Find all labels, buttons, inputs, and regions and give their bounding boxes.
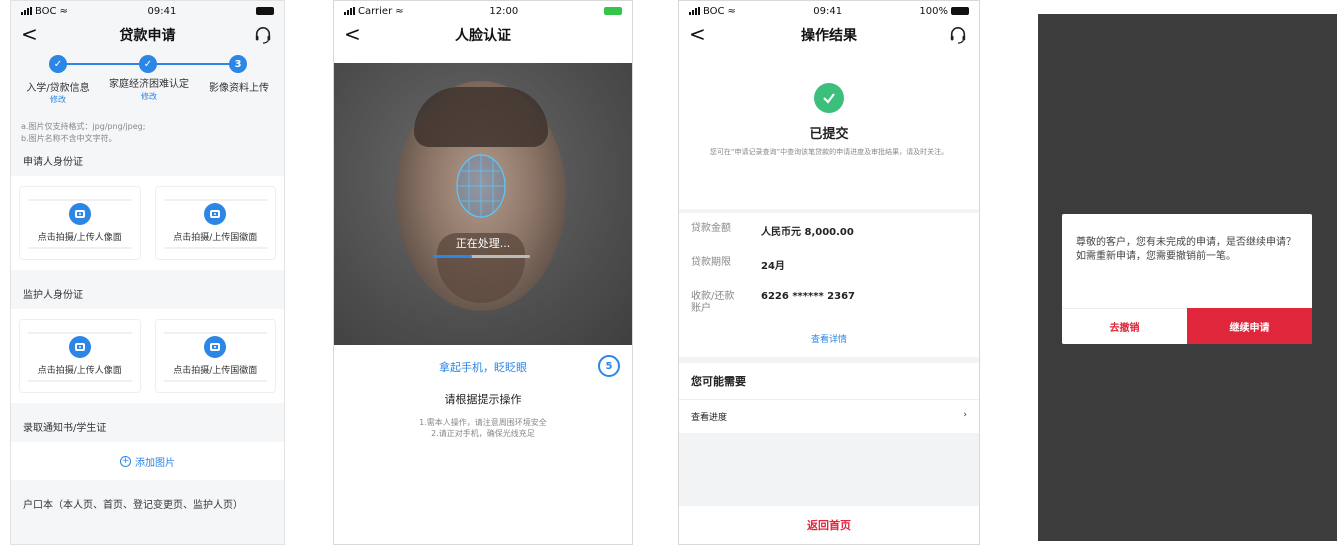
processing-progress-bar bbox=[434, 255, 530, 258]
step-current-number: 3 bbox=[229, 55, 247, 73]
page-title: 贷款申请 bbox=[119, 28, 176, 44]
dialog-message: 尊敬的客户，您有未完成的申请，是否继续申请？ 如需重新申请，您需要撤销前一笔。 bbox=[1076, 237, 1296, 262]
headset-icon[interactable] bbox=[949, 26, 967, 44]
view-progress-row[interactable]: 查看进度 › bbox=[679, 399, 979, 433]
camera-icon bbox=[204, 203, 227, 225]
step-connector bbox=[61, 63, 147, 65]
clock: 09:41 bbox=[147, 5, 177, 17]
pending-application-dialog-screen: 尊敬的客户，您有未完成的申请，是否继续申请？ 如需重新申请，您需要撤销前一笔。 … bbox=[1038, 14, 1337, 541]
signal-icon bbox=[344, 7, 355, 15]
chevron-right-icon: › bbox=[963, 410, 967, 420]
upload-emblem-side[interactable]: 点击拍摄/上传国徽面 bbox=[154, 186, 276, 260]
upload-portrait-side[interactable]: 点击拍摄/上传人像面 bbox=[19, 186, 141, 260]
face-scan-mesh-icon bbox=[456, 154, 506, 218]
suggestions-section: 您可能需要 查看进度 › bbox=[679, 363, 979, 433]
camera-icon bbox=[204, 336, 227, 358]
section-title-applicant-id: 申请人身份证 bbox=[11, 145, 284, 176]
back-button[interactable]: < bbox=[21, 24, 38, 44]
face-verification-screen: Carrier ≈ 12:00 < 人脸认证 正在处理... 拿起手机，眨眨眼 … bbox=[333, 0, 633, 545]
nav-bar: < 贷款申请 bbox=[11, 21, 284, 49]
status-bar: BOC ≈ 09:41 bbox=[11, 1, 284, 21]
section-title-notice: 录取通知书/学生证 bbox=[11, 411, 284, 442]
upload-emblem-side[interactable]: 点击拍摄/上传国徽面 bbox=[154, 319, 276, 393]
battery-percent: 100% bbox=[919, 5, 948, 17]
status-bar: Carrier ≈ 12:00 bbox=[334, 1, 632, 21]
back-home-button[interactable]: 返回首页 bbox=[679, 506, 979, 544]
continue-application-button[interactable]: 继续申请 bbox=[1187, 308, 1312, 344]
info-row: 贷款期限 24月 bbox=[691, 257, 785, 272]
nav-bar: < 操作结果 bbox=[679, 21, 979, 49]
step-edit-link[interactable]: 修改 bbox=[141, 92, 157, 101]
progress-stepper: ✓ ✓ 3 入学/贷款信息 修改 家庭经济困难认定 修改 影像资料上传 bbox=[11, 49, 284, 121]
id-upload-row: 点击拍摄/上传人像面 点击拍摄/上传国徽面 bbox=[11, 309, 284, 403]
battery-icon bbox=[603, 7, 622, 15]
step-done-check-icon: ✓ bbox=[49, 55, 67, 73]
step-label: 入学/贷款信息 修改 bbox=[19, 79, 97, 105]
wifi-icon: ≈ bbox=[395, 5, 404, 17]
wifi-icon: ≈ bbox=[59, 5, 68, 17]
upload-portrait-side[interactable]: 点击拍摄/上传人像面 bbox=[19, 319, 141, 393]
step-edit-link[interactable]: 修改 bbox=[19, 94, 97, 105]
result-title: 已提交 bbox=[809, 127, 849, 142]
info-row: 贷款金额 人民币元 8,000.00 bbox=[691, 223, 854, 238]
nav-bar: < 人脸认证 bbox=[334, 21, 632, 49]
operation-result-screen: BOC ≈ 09:41 100% < 操作结果 已提交 您可在“申请记录查询”中… bbox=[678, 0, 980, 545]
signal-icon bbox=[21, 7, 32, 15]
status-bar: BOC ≈ 09:41 100% bbox=[679, 1, 979, 21]
id-upload-row: 点击拍摄/上传人像面 点击拍摄/上传国徽面 bbox=[11, 176, 284, 270]
page-title: 操作结果 bbox=[801, 28, 857, 44]
camera-preview: 正在处理... bbox=[334, 63, 632, 345]
carrier-label: BOC bbox=[703, 5, 725, 17]
page-title: 人脸认证 bbox=[455, 28, 511, 44]
plus-circle-icon: + bbox=[120, 455, 131, 467]
loan-application-screen: BOC ≈ 09:41 < 贷款申请 ✓ ✓ 3 入学/贷款信息 修改 家庭经济… bbox=[10, 0, 285, 545]
section-title-guardian-id: 监护人身份证 bbox=[11, 278, 284, 309]
step-label: 家庭经济困难认定 修改 bbox=[109, 79, 189, 101]
dialog-buttons: 去撤销 继续申请 bbox=[1062, 308, 1312, 344]
headset-icon[interactable] bbox=[254, 26, 272, 44]
camera-icon bbox=[68, 203, 91, 225]
battery-icon bbox=[950, 7, 969, 15]
section-title-household: 户口本（本人页、首页、登记变更页、监护人页） bbox=[11, 488, 284, 519]
upload-hints: a.图片仅支持格式：jpg/png/jpeg; b.图片名称不含中文字符。 bbox=[21, 122, 146, 143]
camera-icon bbox=[68, 336, 91, 358]
carrier-label: BOC bbox=[35, 5, 57, 17]
clock: 09:41 bbox=[813, 5, 843, 17]
result-summary: 已提交 您可在“申请记录查询”中查询该笔贷款的申请进度及审批结果，请及时关注。 bbox=[679, 49, 979, 209]
info-row: 收款/还款账户 6226 ****** 2367 bbox=[691, 291, 856, 314]
step-done-check-icon: ✓ bbox=[139, 55, 157, 73]
view-details-link[interactable]: 查看详情 bbox=[691, 329, 967, 357]
countdown-timer: 5 bbox=[598, 355, 620, 377]
back-button[interactable]: < bbox=[689, 24, 706, 44]
revoke-button[interactable]: 去撤销 bbox=[1062, 308, 1187, 344]
carrier-label: Carrier bbox=[358, 5, 393, 17]
suggestions-title: 您可能需要 bbox=[691, 375, 746, 388]
action-instruction: 拿起手机，眨眨眼 bbox=[439, 361, 527, 374]
battery-icon bbox=[255, 7, 274, 15]
result-description: 您可在“申请记录查询”中查询该笔贷款的申请进度及审批结果，请及时关注。 bbox=[709, 148, 949, 156]
loan-info-card: 贷款金额 人民币元 8,000.00 贷款期限 24月 收款/还款账户 6226… bbox=[679, 213, 979, 357]
clock: 12:00 bbox=[489, 5, 519, 17]
add-image-button[interactable]: + 添加图片 bbox=[11, 442, 284, 480]
confirm-dialog: 尊敬的客户，您有未完成的申请，是否继续申请？ 如需重新申请，您需要撤销前一笔。 … bbox=[1062, 214, 1312, 344]
instruction-subtitle: 请根据提示操作 bbox=[444, 393, 522, 406]
step-label: 影像资料上传 bbox=[209, 83, 269, 94]
success-check-icon bbox=[814, 83, 844, 113]
signal-icon bbox=[689, 7, 700, 15]
tips-list: 1.需本人操作，请注意周围环境安全 2.请正对手机，确保光线充足 bbox=[419, 418, 547, 438]
processing-text: 正在处理... bbox=[455, 237, 511, 250]
back-button[interactable]: < bbox=[344, 24, 361, 44]
wifi-icon: ≈ bbox=[727, 5, 736, 17]
